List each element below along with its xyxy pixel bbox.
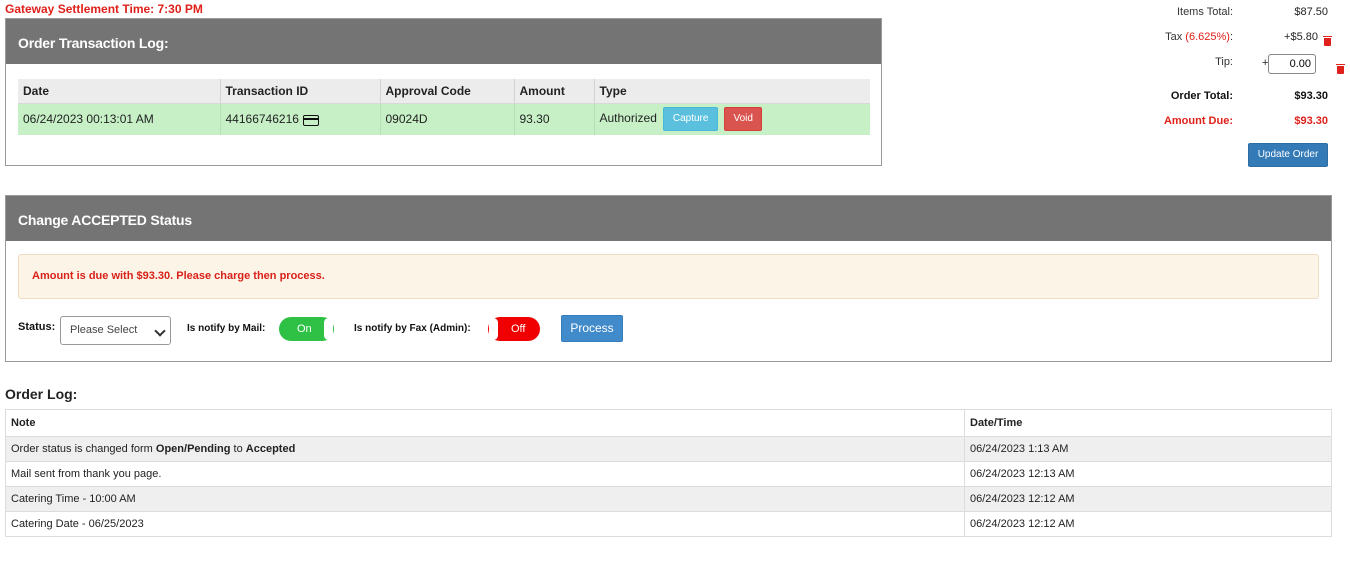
credit-card-icon[interactable] [302,114,319,126]
order-log-title: Order Log: [5,386,78,402]
mail-notify-toggle[interactable]: On [279,317,334,341]
remove-tip-icon[interactable] [1336,63,1346,74]
remove-tax-icon[interactable] [1323,35,1332,46]
capture-button[interactable]: Capture [662,107,719,132]
change-status-title: Change ACCEPTED Status [6,196,1331,241]
transaction-row: 06/24/2023 00:13:01 AM 44166746216 09024… [18,103,870,135]
tax-label-group: Tax (6.625%): [1093,31,1233,43]
transaction-table: Date Transaction ID Approval Code Amount… [18,79,870,135]
log-note: Catering Date - 06/25/2023 [5,511,965,537]
tip-input[interactable] [1268,54,1316,74]
amount-due-value: $93.30 [1294,115,1328,127]
tax-label: Tax [1165,31,1183,43]
txn-type-cell: Authorized Capture Void [594,103,870,135]
void-button[interactable]: Void [724,107,762,132]
txn-type: Authorized [599,111,657,126]
log-datetime: 06/24/2023 12:12 AM [964,486,1332,512]
transaction-log-panel: Order Transaction Log: Date Transaction … [5,18,882,166]
col-approval-code: Approval Code [380,79,515,104]
mail-notify-label: Is notify by Mail: [187,323,266,334]
fax-toggle-knob [489,318,498,340]
tax-colon: : [1229,31,1233,43]
col-datetime: Date/Time [964,409,1332,437]
col-amount: Amount [514,79,595,104]
change-status-panel: Change ACCEPTED Status Amount is due wit… [5,195,1332,362]
note-status-to: Accepted [245,443,296,455]
txn-approval-code: 09024D [380,103,515,135]
col-note: Note [5,409,965,437]
mail-toggle-knob [324,318,333,340]
order-total-label: Order Total: [1170,90,1233,102]
update-order-button[interactable]: Update Order [1248,143,1328,167]
col-type: Type [594,79,870,104]
status-selected-value: Please Select [70,324,138,336]
items-total-value: $87.50 [1294,6,1328,18]
status-select[interactable]: Please Select [60,316,171,345]
log-note: Order status is changed form Open/Pendin… [5,436,965,462]
order-total-value: $93.30 [1294,90,1328,102]
txn-amount: 93.30 [514,103,595,135]
table-row: Catering Time - 10:00 AM 06/24/2023 12:1… [5,486,1332,512]
chevron-down-icon [154,325,166,337]
log-note: Mail sent from thank you page. [5,461,965,487]
process-button[interactable]: Process [561,315,623,342]
note-text: Order status is changed form [11,443,156,455]
transaction-log-title: Order Transaction Log: [6,19,881,64]
log-datetime: 06/24/2023 12:13 AM [964,461,1332,487]
note-text: to [230,443,246,455]
mail-toggle-text: On [297,323,312,335]
tax-value: +$5.80 [1284,31,1318,43]
status-label: Status: [18,321,56,333]
log-datetime: 06/24/2023 12:12 AM [964,511,1332,537]
log-note: Catering Time - 10:00 AM [5,486,965,512]
txn-id: 44166746216 [225,112,299,127]
txn-id-cell: 44166746216 [220,103,381,135]
table-row: Catering Date - 06/25/2023 06/24/2023 12… [5,511,1332,537]
col-transaction-id: Transaction ID [220,79,381,104]
txn-date: 06/24/2023 00:13:01 AM [18,103,221,135]
col-date: Date [18,79,221,104]
log-datetime: 06/24/2023 1:13 AM [964,436,1332,462]
fax-notify-toggle[interactable]: Off [488,317,540,341]
table-row: Order status is changed form Open/Pendin… [5,436,1332,462]
table-row: Mail sent from thank you page. 06/24/202… [5,461,1332,487]
note-status-from: Open/Pending [155,443,231,455]
fax-notify-label: Is notify by Fax (Admin): [354,323,471,334]
order-log-table: Note Date/Time Order status is changed f… [5,409,1332,537]
tax-rate: (6.625%) [1185,31,1230,43]
amount-due-label: Amount Due: [1163,115,1233,127]
items-total-label: Items Total: [1176,6,1233,18]
amount-due-alert: Amount is due with $93.30. Please charge… [18,254,1319,299]
gateway-settlement-time: Gateway Settlement Time: 7:30 PM [5,2,203,16]
fax-toggle-text: Off [511,323,526,335]
tip-label: Tip: [1215,56,1233,68]
